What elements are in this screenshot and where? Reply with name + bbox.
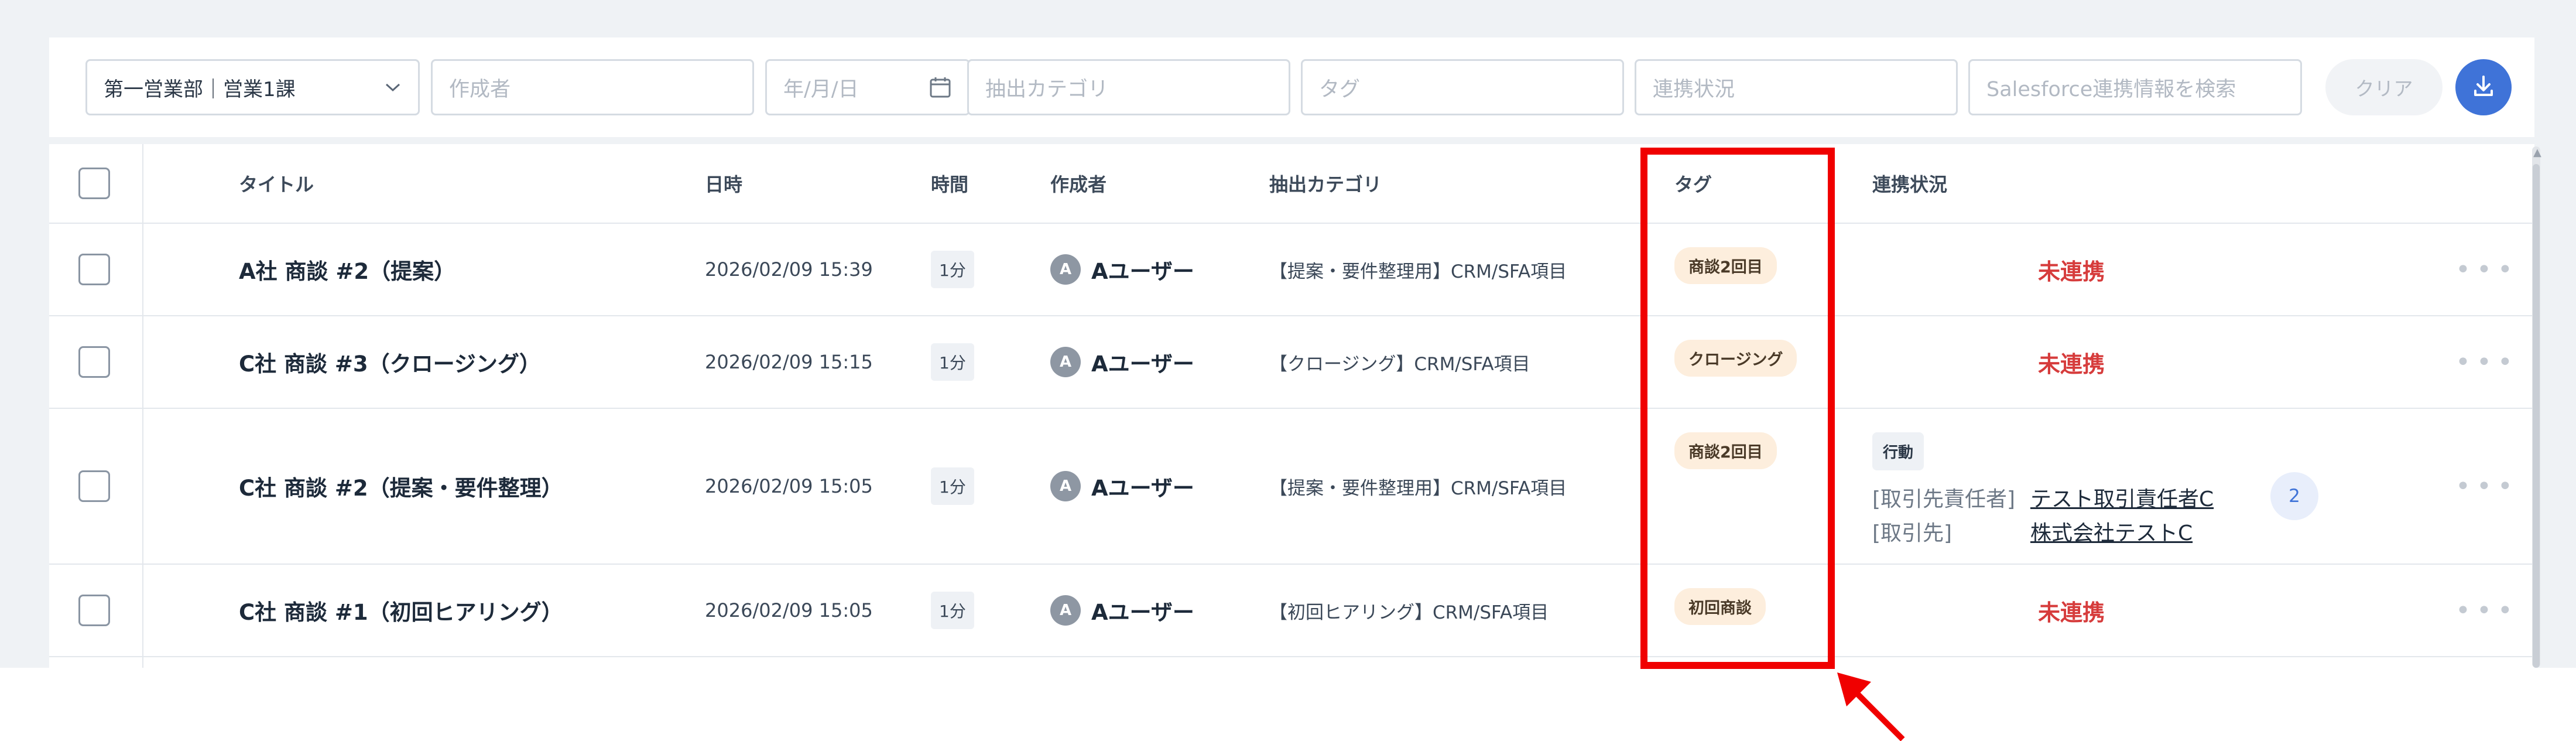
annotation-arrow-icon: [1837, 672, 1905, 741]
